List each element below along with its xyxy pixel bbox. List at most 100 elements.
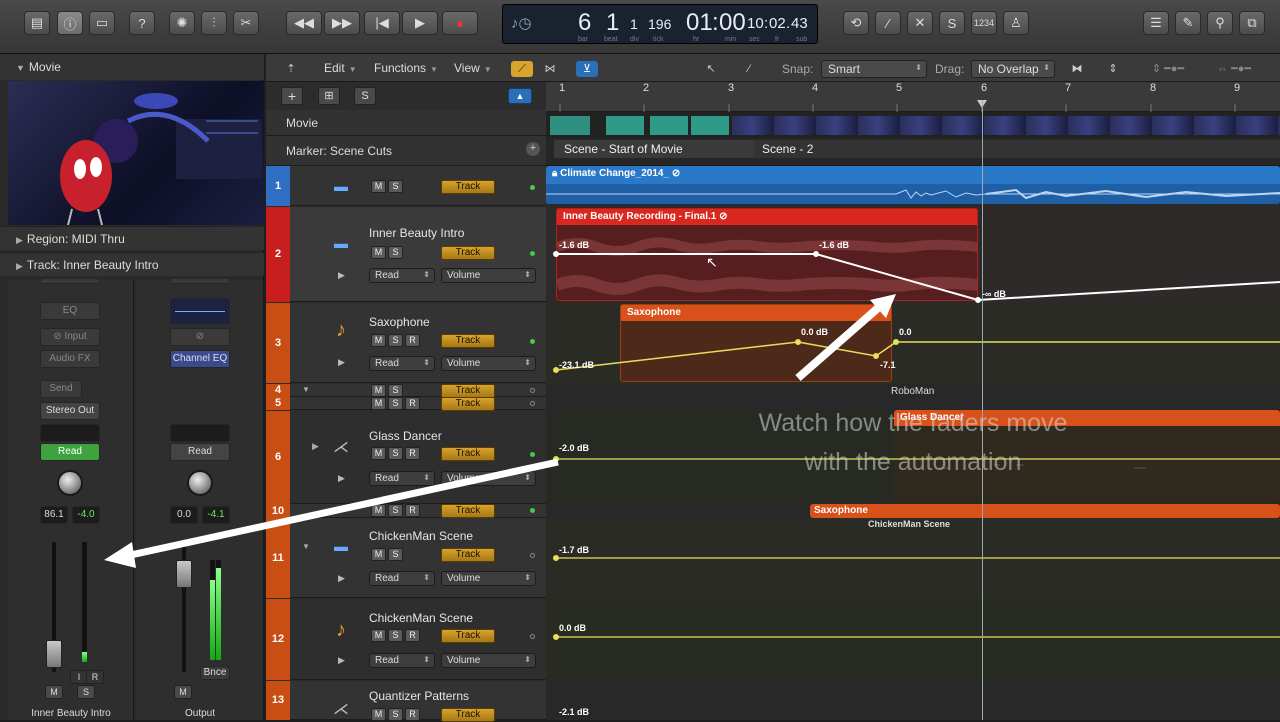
record-button[interactable]: R [405,629,420,642]
track-automation-button[interactable]: Track [441,447,495,461]
track-row-13[interactable]: 13 ⋌ Quantizer Patterns M S R Track [266,681,546,720]
play-triangle-icon[interactable]: ▶ [338,270,345,281]
track-automation-button[interactable]: Track [441,334,495,348]
track-row-6[interactable]: 6 ▶ ⋌ Glass Dancer M S R Track ▶ Read⬍ V… [266,411,546,504]
lcd-display[interactable]: ♪◷ 6 1 1 196 01 : 00 10 : 02 . 43 bar be… [502,4,818,44]
loop-browser-icon[interactable]: ⚲ [1207,11,1233,35]
track-row-4[interactable]: 4 ▼ M S Track [266,384,546,397]
track-row-3[interactable]: 3 ♪ Saxophone M S R Track ▶ Read⬍ Volume… [266,303,546,383]
track-automation-button[interactable]: Track [441,629,495,643]
folder-disclosure-icon[interactable]: ▼ [302,542,310,551]
send-slot[interactable]: Send [40,380,82,398]
global-solo-button[interactable]: S [354,87,376,105]
browser-icon[interactable]: ⧉ [1239,11,1265,35]
functions-menu[interactable]: Functions▼ [366,60,446,78]
mute-button[interactable]: M [371,504,386,517]
cycle-icon[interactable]: ⟲ [843,11,869,35]
volume-fader[interactable] [46,640,62,668]
group-slot[interactable] [170,424,230,442]
solo-button[interactable]: S [388,447,403,460]
pointer-tool-icon[interactable]: ↖ [700,61,722,77]
eq-thumbnail[interactable] [170,298,230,324]
automation-mode-select[interactable]: Read⬍ [369,356,435,371]
automation-parameter-select[interactable]: Volume⬍ [441,356,536,371]
eq-slot[interactable]: EQ [40,302,100,320]
list-editors-icon[interactable]: ☰ [1143,11,1169,35]
mute-button[interactable]: M [371,629,386,642]
mute-button[interactable]: M [371,548,386,561]
track-name[interactable]: ChickenMan Scene [369,611,473,625]
track-name[interactable]: ChickenMan Scene [369,529,473,543]
solo-button[interactable]: S [388,629,403,642]
track-row-2[interactable]: 2 ▬ Inner Beauty Intro M S Track ▶ Read⬍… [266,207,546,302]
vertical-zoom-slider[interactable]: ⇕ ━●━ [1138,61,1198,77]
tuner-icon[interactable]: ∕ [875,11,901,35]
solo-button[interactable]: S [388,504,403,517]
channel-eq-slot[interactable]: Channel EQ [170,350,230,368]
track-name[interactable]: Quantizer Patterns [369,689,469,703]
record-button[interactable]: R [405,447,420,460]
mute-button[interactable]: M [371,246,386,259]
track-name[interactable]: Saxophone [369,315,430,329]
pan-knob[interactable] [187,470,213,496]
automation-mode-select[interactable]: Read⬍ [369,471,435,486]
drag-select[interactable]: No Overlap⬍ [971,60,1055,78]
solo-button[interactable]: S [388,548,403,561]
track-row-5[interactable]: 5 M S R Track [266,397,546,410]
duplicate-track-icon[interactable]: ⊞ [318,87,340,105]
pencil-tool-icon[interactable]: ∕ [738,61,760,77]
input-slot[interactable]: ⊘ Input [40,328,100,346]
output-slot[interactable]: Stereo Out [40,402,100,420]
audio-fx-slot[interactable]: Audio FX [40,350,100,368]
track-automation-button[interactable]: Track [441,504,495,518]
link-slot[interactable]: ⊘ [170,328,230,346]
solo-button[interactable]: S [388,246,403,259]
catch-icon[interactable]: ⇡ [280,61,302,77]
group-slot[interactable] [40,424,100,442]
mixer-icon[interactable]: ⫶ [201,11,227,35]
vertical-zoom-icon[interactable]: ⇕ [1102,61,1124,77]
track-row-1[interactable]: 1 ▬ M S Track [266,166,546,206]
pan-knob[interactable] [57,470,83,496]
track-automation-button[interactable]: Track [441,180,495,194]
solo-icon[interactable]: S [939,11,965,35]
waveform-zoom-icon[interactable]: ⧓ [1066,61,1088,77]
snap-select[interactable]: Smart⬍ [821,60,927,78]
fast-forward-icon[interactable]: ▶▶ [324,11,360,35]
automation-parameter-select[interactable]: Volume⬍ [441,571,536,586]
arrange-area[interactable]: 1 2 3 4 5 6 7 8 9 Scene - Start of Movie… [546,82,1280,720]
volume-fader[interactable] [176,560,192,588]
automation-mode-select[interactable]: Read⬍ [369,571,435,586]
automation-mode-select[interactable]: Read⬍ [369,268,435,283]
record-button[interactable]: R [405,708,420,721]
track-row-10[interactable]: 10 M S R Track [266,504,546,518]
mute-button[interactable]: M [371,397,386,410]
strip-mute-button[interactable]: M [174,685,192,699]
global-tracks-toggle-icon[interactable]: ▲ [508,88,532,104]
solo-button[interactable]: S [388,708,403,721]
smart-controls-icon[interactable]: ✺ [169,11,195,35]
region-inspector-header[interactable]: ▶Region: MIDI Thru [0,226,264,250]
track-automation-button[interactable]: Track [441,246,495,260]
add-track-button[interactable]: + [281,87,303,105]
record-button[interactable]: R [405,397,420,410]
track-automation-button[interactable]: Track [441,397,495,411]
track-automation-button[interactable]: Track [441,548,495,562]
record-button[interactable]: R [405,504,420,517]
automation-mode-select[interactable]: Read⬍ [369,653,435,668]
mute-button[interactable]: M [371,334,386,347]
editors-icon[interactable]: ✂ [233,11,259,35]
strip-solo-button[interactable]: S [77,685,95,699]
automation-mode[interactable]: Read [170,443,230,461]
solo-button[interactable]: S [388,397,403,410]
view-menu[interactable]: View▼ [446,60,500,78]
automation-parameter-select[interactable]: Volume⬍ [441,653,536,668]
metronome-icon[interactable]: ♙ [1003,11,1029,35]
track-inspector-header[interactable]: ▶Track: Inner Beauty Intro [0,252,264,276]
track-automation-button[interactable]: Track [441,384,495,398]
track-row-12[interactable]: 12 ♪ ChickenMan Scene M S R Track ▶ Read… [266,599,546,680]
track-row-11[interactable]: 11 ▼ ▬ ChickenMan Scene M S Track ▶ Read… [266,518,546,598]
help-icon[interactable]: ? [129,11,155,35]
automation-parameter-select[interactable]: Volume⬍ [441,268,536,283]
movie-header[interactable]: ▼Movie [0,54,264,80]
